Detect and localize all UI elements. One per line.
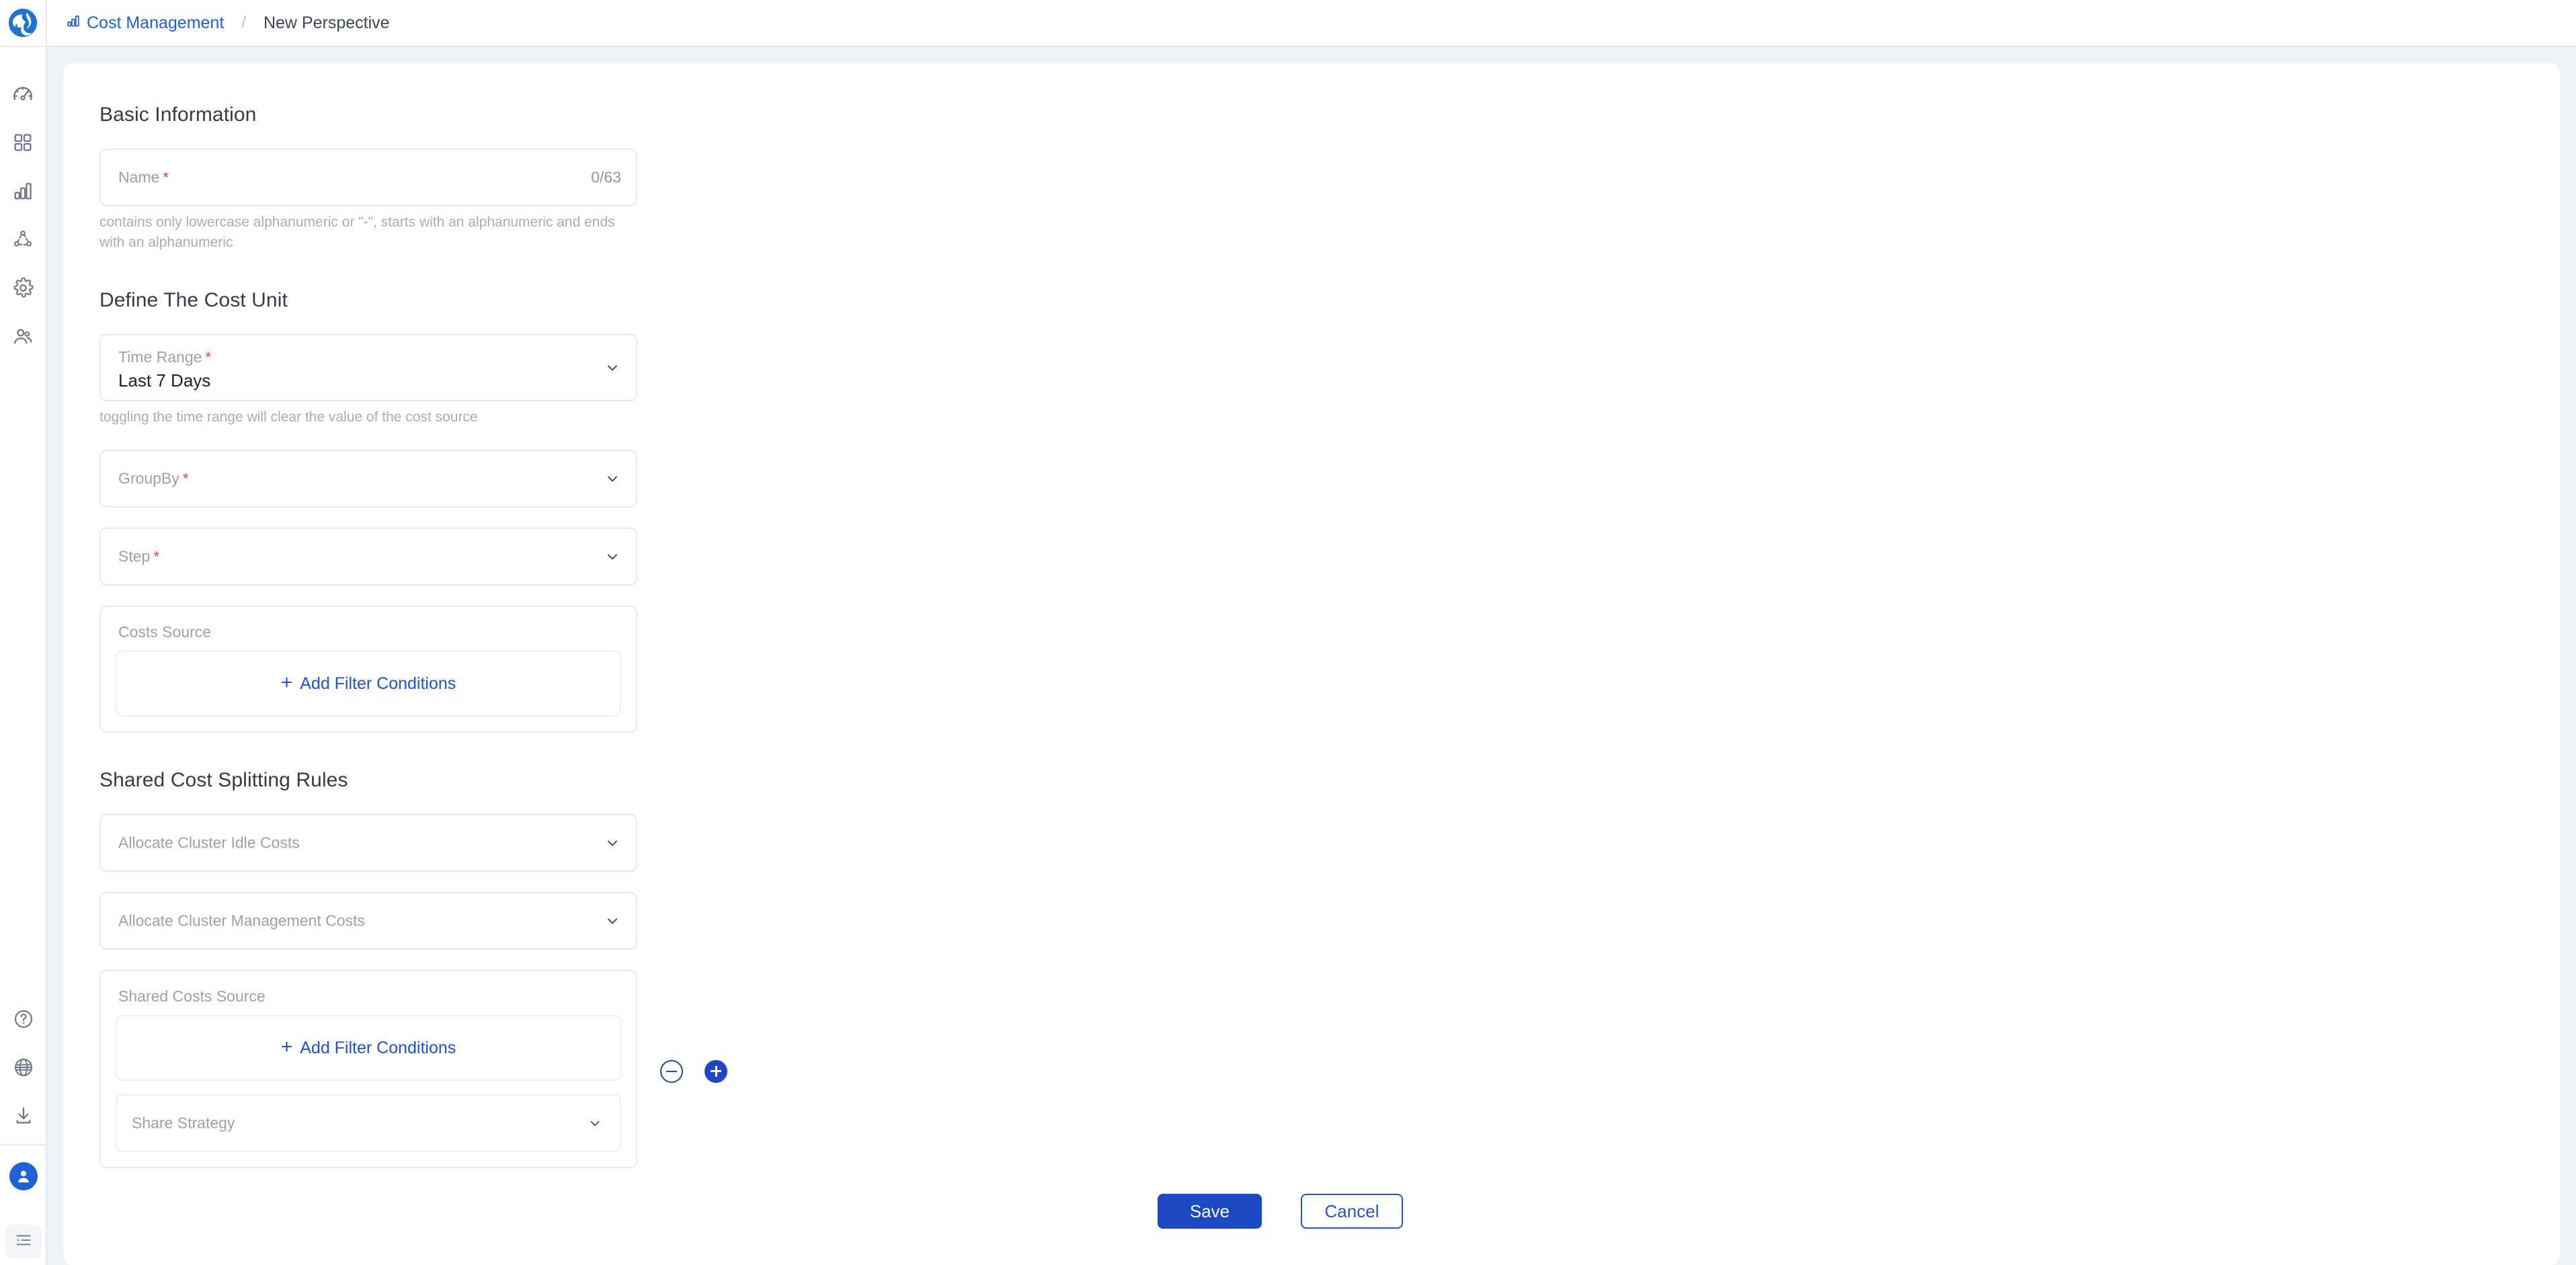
shared-rule-row: Shared Costs Source + Add Filter Conditi… [99, 970, 839, 1169]
sidebar-item-dashboard[interactable] [0, 70, 46, 118]
sidebar-item-help[interactable] [0, 995, 47, 1043]
sidebar [0, 0, 47, 1265]
section-title-basic-information: Basic Information [99, 104, 257, 126]
perspective-form: Basic Information Name * 0/63 contains on… [63, 63, 2560, 1169]
app-logo[interactable] [0, 0, 46, 47]
sidebar-item-topology[interactable] [0, 215, 46, 263]
person-icon [17, 1170, 30, 1183]
share-strategy-select[interactable]: Share Strategy [116, 1094, 621, 1153]
avatar-circle [9, 1162, 38, 1190]
time-range-select[interactable]: Time Range * Last 7 Days [99, 333, 637, 401]
shared-costs-source-filter-area: + Add Filter Conditions [116, 1015, 621, 1082]
required-marker: * [205, 348, 211, 366]
download-icon [13, 1105, 34, 1127]
sidebar-item-users[interactable] [0, 312, 46, 360]
share-strategy-label: Share Strategy [132, 1114, 235, 1132]
list-indent-icon [14, 1231, 33, 1253]
name-field-label: Name * [118, 168, 169, 186]
allocate-cluster-management-costs-label: Allocate Cluster Management Costs [118, 911, 365, 930]
add-filter-conditions-label: Add Filter Conditions [300, 674, 456, 693]
sidebar-item-settings[interactable] [0, 263, 46, 312]
main-region: Cost Management / New Perspective Basic … [47, 0, 2576, 1265]
plus-icon: + [280, 671, 293, 694]
name-field[interactable]: Name * 0/63 [99, 149, 637, 206]
bar-chart-icon [66, 13, 81, 33]
user-avatar[interactable] [0, 1151, 47, 1202]
time-range-value: Last 7 Days [118, 370, 211, 391]
cancel-button[interactable]: Cancel [1301, 1194, 1403, 1229]
allocate-cluster-idle-costs-select[interactable]: Allocate Cluster Idle Costs [99, 814, 637, 872]
section-title-define-cost-unit: Define The Cost Unit [99, 288, 288, 311]
breadcrumb-parent-label: Cost Management [87, 13, 225, 32]
shared-costs-source-group: Shared Costs Source + Add Filter Conditi… [99, 970, 637, 1169]
sidebar-item-downloads[interactable] [0, 1092, 47, 1140]
add-rule-button[interactable] [705, 1059, 727, 1083]
grid-icon [12, 132, 34, 153]
gauge-icon [11, 83, 34, 106]
allocate-cluster-idle-costs-label: Allocate Cluster Idle Costs [118, 833, 300, 852]
collapse-sidebar-button[interactable] [5, 1225, 42, 1258]
sidebar-nav-top [0, 47, 46, 360]
step-select[interactable]: Step * [99, 528, 637, 586]
required-marker: * [153, 548, 159, 565]
save-button[interactable]: Save [1158, 1194, 1262, 1229]
step-label: Step * [118, 547, 159, 565]
chevron-down-icon[interactable] [604, 548, 621, 565]
page-background: Basic Information Name * 0/63 contains on… [47, 47, 2576, 1265]
globe-icon [13, 1057, 34, 1078]
chevron-down-icon[interactable] [604, 470, 621, 487]
name-helper-text: contains only lowercase alphanumeric or … [99, 214, 615, 250]
add-filter-conditions-button[interactable]: + Add Filter Conditions [280, 671, 456, 694]
groupby-label: GroupBy * [118, 469, 189, 487]
sidebar-nav-bottom [0, 995, 47, 1202]
required-marker: * [182, 470, 189, 487]
sidebar-divider [0, 1144, 47, 1145]
form-actions: Save Cancel [1158, 1194, 1403, 1229]
sidebar-item-workloads[interactable] [0, 118, 46, 167]
costs-source-label: Costs Source [118, 623, 212, 641]
chevron-down-icon[interactable] [586, 1114, 604, 1132]
allocate-cluster-management-costs-select[interactable]: Allocate Cluster Management Costs [99, 892, 637, 950]
chevron-down-icon[interactable] [604, 834, 621, 852]
breadcrumb-separator: / [241, 13, 246, 32]
costs-source-filter-area: + Add Filter Conditions [116, 651, 621, 717]
breadcrumb-parent-link[interactable]: Cost Management [66, 13, 224, 33]
shared-rule-row-buttons [660, 1056, 727, 1083]
top-bar: Cost Management / New Perspective [47, 0, 2576, 47]
add-filter-conditions-label: Add Filter Conditions [300, 1038, 456, 1057]
chevron-down-icon[interactable] [604, 912, 621, 930]
sidebar-item-cost-management[interactable] [0, 167, 46, 215]
gear-icon [12, 277, 34, 299]
bar-chart-icon [12, 180, 34, 202]
users-icon [12, 325, 34, 348]
fish-logo-icon [8, 8, 38, 38]
app-root: Cost Management / New Perspective Basic … [0, 0, 2576, 1265]
groupby-select[interactable]: GroupBy * [99, 450, 637, 508]
plus-icon: + [280, 1036, 293, 1059]
time-range-helper-text: toggling the time range will clear the v… [99, 409, 478, 425]
add-filter-conditions-button[interactable]: + Add Filter Conditions [280, 1036, 456, 1059]
sidebar-item-language[interactable] [0, 1043, 47, 1092]
question-circle-icon [13, 1008, 34, 1030]
remove-rule-button[interactable] [660, 1059, 683, 1083]
content-card: Basic Information Name * 0/63 contains on… [63, 63, 2560, 1265]
section-title-shared-cost-splitting-rules: Shared Cost Splitting Rules [99, 769, 348, 792]
network-icon [12, 229, 34, 250]
shared-costs-source-label: Shared Costs Source [118, 987, 266, 1006]
name-char-counter: 0/63 [591, 168, 621, 186]
required-marker: * [163, 169, 169, 186]
time-range-label: Time Range * [118, 348, 211, 366]
breadcrumb-current: New Perspective [263, 13, 390, 32]
chevron-down-icon[interactable] [604, 359, 621, 376]
costs-source-group: Costs Source + Add Filter Conditions [99, 606, 637, 733]
